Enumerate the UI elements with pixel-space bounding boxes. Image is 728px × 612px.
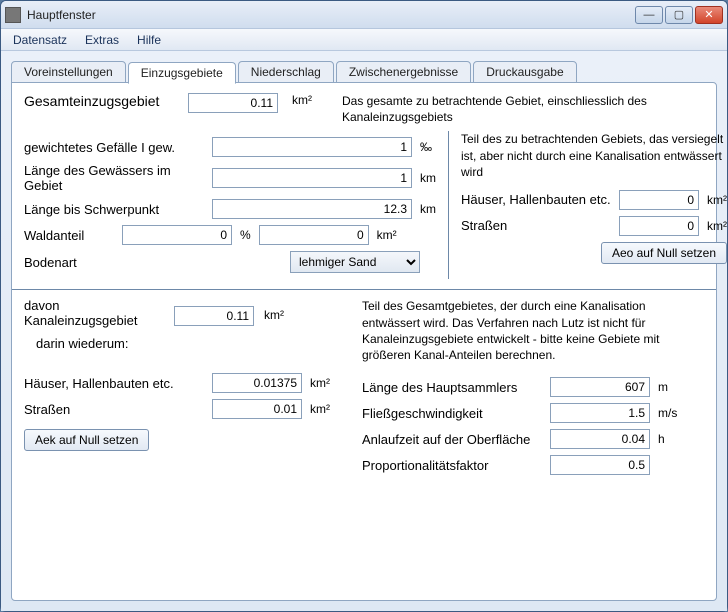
fliess-label: Fließgeschwindigkeit	[362, 406, 542, 421]
strassen-aeo-label: Straßen	[461, 218, 611, 233]
waldanteil-area-unit: km²	[377, 228, 397, 242]
haeuser-aeo-unit: km²	[707, 193, 727, 207]
strassen-aek-input[interactable]	[212, 399, 302, 419]
maximize-button[interactable]: ▢	[665, 6, 693, 24]
haeuser-aeo-label: Häuser, Hallenbauten etc.	[461, 192, 611, 207]
aek-null-button[interactable]: Aek auf Null setzen	[24, 429, 149, 451]
strassen-aek-label: Straßen	[24, 402, 204, 417]
laenge-schwerpunkt-label: Länge bis Schwerpunkt	[24, 202, 204, 217]
menu-datensatz[interactable]: Datensatz	[5, 31, 75, 49]
gefaelle-unit: ‰	[420, 140, 432, 154]
titlebar: Hauptfenster — ▢ ✕	[1, 1, 727, 29]
window-buttons: — ▢ ✕	[635, 6, 723, 24]
laenge-gewaesser-label: Länge des Gewässers im Gebiet	[24, 163, 204, 193]
close-button[interactable]: ✕	[695, 6, 723, 24]
gesamteinzugsgebiet-unit: km²	[292, 93, 328, 107]
tab-voreinstellungen[interactable]: Voreinstellungen	[11, 61, 126, 83]
haeuser-aek-unit: km²	[310, 376, 330, 390]
haeuser-aek-input[interactable]	[212, 373, 302, 393]
upper-left-column: gewichtetes Gefälle I gew. ‰ Länge des G…	[24, 131, 448, 279]
kanaleinzugsgebiet-input[interactable]	[174, 306, 254, 326]
lower-right-column: Teil des Gesamtgebietes, der durch eine …	[362, 298, 704, 481]
bodenart-select[interactable]: lehmiger Sand	[290, 251, 420, 273]
content-area: Voreinstellungen Einzugsgebiete Niedersc…	[1, 51, 727, 611]
divider	[12, 289, 716, 290]
anlauf-label: Anlaufzeit auf der Oberfläche	[362, 432, 542, 447]
tab-niederschlag[interactable]: Niederschlag	[238, 61, 334, 83]
hauptsammler-unit: m	[658, 380, 668, 394]
waldanteil-pct-unit: %	[240, 228, 251, 242]
menu-hilfe[interactable]: Hilfe	[129, 31, 169, 49]
waldanteil-area-input[interactable]	[259, 225, 369, 245]
anlauf-unit: h	[658, 432, 665, 446]
hauptsammler-input[interactable]	[550, 377, 650, 397]
gesamteinzugsgebiet-desc: Das gesamte zu betrachtende Gebiet, eins…	[342, 93, 704, 125]
strassen-aek-unit: km²	[310, 402, 330, 416]
tabstrip: Voreinstellungen Einzugsgebiete Niedersc…	[11, 59, 717, 83]
gesamteinzugsgebiet-input[interactable]	[188, 93, 278, 113]
tab-zwischenergebnisse[interactable]: Zwischenergebnisse	[336, 61, 471, 83]
menubar: Datensatz Extras Hilfe	[1, 29, 727, 51]
versiegelt-desc: Teil des zu betrachtenden Gebiets, das v…	[461, 131, 727, 180]
tab-panel: Gesamteinzugsgebiet km² Das gesamte zu b…	[11, 82, 717, 601]
lower-left-column: davon Kanaleinzugsgebiet km² darin wiede…	[24, 298, 344, 481]
menu-extras[interactable]: Extras	[77, 31, 127, 49]
prop-input[interactable]	[550, 455, 650, 475]
prop-label: Proportionalitätsfaktor	[362, 458, 542, 473]
anlauf-input[interactable]	[550, 429, 650, 449]
main-window: Hauptfenster — ▢ ✕ Datensatz Extras Hilf…	[0, 0, 728, 612]
strassen-aeo-unit: km²	[707, 219, 727, 233]
upper-split: gewichtetes Gefälle I gew. ‰ Länge des G…	[24, 131, 704, 279]
bodenart-label: Bodenart	[24, 255, 204, 270]
davon-label2: Kanaleinzugsgebiet	[24, 313, 164, 328]
darin-wiederum-label: darin wiederum:	[36, 336, 344, 351]
app-icon	[5, 7, 21, 23]
lower-split: davon Kanaleinzugsgebiet km² darin wiede…	[24, 298, 704, 481]
minimize-button[interactable]: —	[635, 6, 663, 24]
laenge-schwerpunkt-input[interactable]	[212, 199, 412, 219]
waldanteil-percent-input[interactable]	[122, 225, 232, 245]
waldanteil-label: Waldanteil	[24, 228, 114, 243]
upper-right-column: Teil des zu betrachtenden Gebiets, das v…	[448, 131, 727, 279]
kanaleinzugsgebiet-unit: km²	[264, 308, 284, 322]
laenge-schwerpunkt-unit: km	[420, 202, 436, 216]
fliess-unit: m/s	[658, 406, 677, 420]
aeo-null-button[interactable]: Aeo auf Null setzen	[601, 242, 727, 264]
laenge-gewaesser-input[interactable]	[212, 168, 412, 188]
davon-label1: davon	[24, 298, 164, 313]
laenge-gewaesser-unit: km	[420, 171, 436, 185]
strassen-aeo-input[interactable]	[619, 216, 699, 236]
gefaelle-input[interactable]	[212, 137, 412, 157]
gesamteinzugsgebiet-label: Gesamteinzugsgebiet	[24, 93, 174, 109]
window-title: Hauptfenster	[27, 8, 635, 22]
kanal-desc: Teil des Gesamtgebietes, der durch eine …	[362, 298, 704, 363]
gefaelle-label: gewichtetes Gefälle I gew.	[24, 140, 204, 155]
haeuser-aeo-input[interactable]	[619, 190, 699, 210]
gesamteinzugsgebiet-row: Gesamteinzugsgebiet km² Das gesamte zu b…	[24, 93, 704, 125]
tab-druckausgabe[interactable]: Druckausgabe	[473, 61, 576, 83]
tab-einzugsgebiete[interactable]: Einzugsgebiete	[128, 62, 236, 84]
hauptsammler-label: Länge des Hauptsammlers	[362, 380, 542, 395]
fliess-input[interactable]	[550, 403, 650, 423]
haeuser-aek-label: Häuser, Hallenbauten etc.	[24, 376, 204, 391]
